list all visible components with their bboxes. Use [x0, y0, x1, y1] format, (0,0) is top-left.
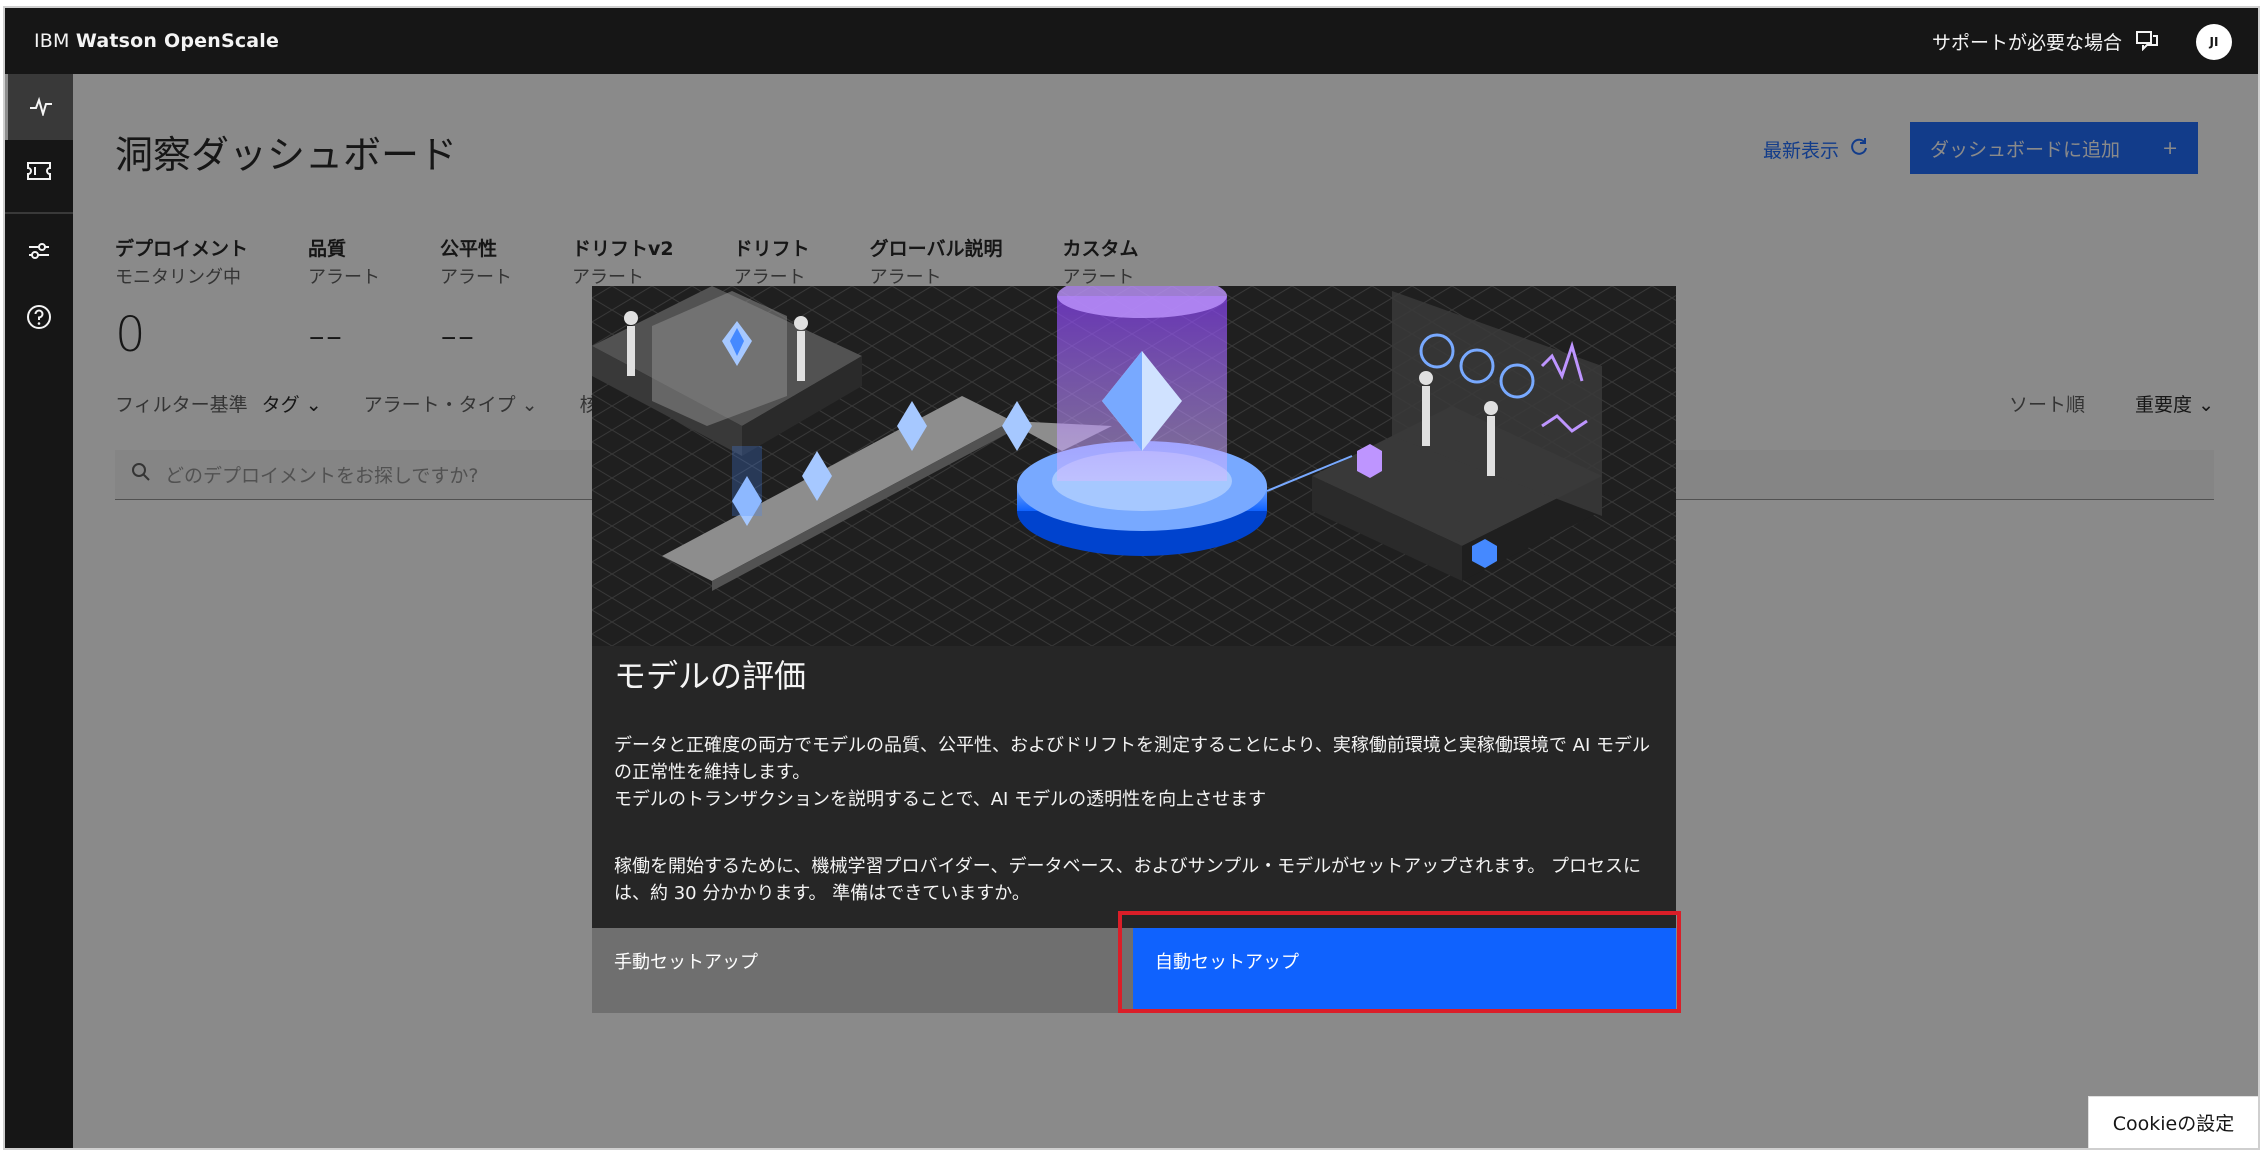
manual-setup-button[interactable]: 手動セットアップ: [592, 928, 1133, 1013]
support-link[interactable]: サポートが必要な場合: [1932, 8, 2158, 74]
sidebar-item-configure[interactable]: [5, 220, 73, 286]
highlight-box: [1118, 911, 1681, 1013]
avatar[interactable]: JI: [2196, 24, 2232, 60]
evaluate-models-modal: モデルの評価 データと正確度の両方でモデルの品質、公平性、およびドリフトを測定す…: [592, 286, 1676, 1013]
brand-prefix: IBM: [34, 30, 70, 52]
cookie-settings-button[interactable]: Cookieの設定: [2088, 1096, 2258, 1148]
sidebar-divider: [5, 212, 73, 214]
help-icon: [26, 304, 52, 334]
chat-icon: [2136, 31, 2158, 52]
product-name[interactable]: IBM Watson OpenScale: [34, 30, 279, 52]
modal-paragraph-2: 稼働を開始するために、機械学習プロバイダー、データベース、およびサンプル・モデル…: [614, 856, 1642, 904]
activity-icon: [28, 94, 54, 120]
sidebar-item-insights[interactable]: [5, 74, 73, 140]
sidebar-item-help[interactable]: [5, 286, 73, 352]
support-text: サポートが必要な場合: [1931, 31, 2122, 54]
isometric-illustration: [592, 286, 1676, 646]
top-header: IBM Watson OpenScale サポートが必要な場合 JI: [5, 8, 2258, 74]
ticket-icon: [26, 161, 52, 185]
modal-title: モデルの評価: [614, 657, 807, 695]
sidebar-item-tickets[interactable]: [5, 140, 73, 206]
brand-name: Watson OpenScale: [75, 30, 280, 52]
sliders-icon: [27, 240, 51, 266]
modal-paragraph-1-line-2: モデルのトランザクションを説明することで、AI モデルの透明性を向上させます: [614, 789, 1267, 810]
modal-paragraph-1-line-1: データと正確度の両方でモデルの品質、公平性、およびドリフトを測定することにより、…: [614, 735, 1650, 783]
left-sidebar: [5, 74, 73, 1148]
